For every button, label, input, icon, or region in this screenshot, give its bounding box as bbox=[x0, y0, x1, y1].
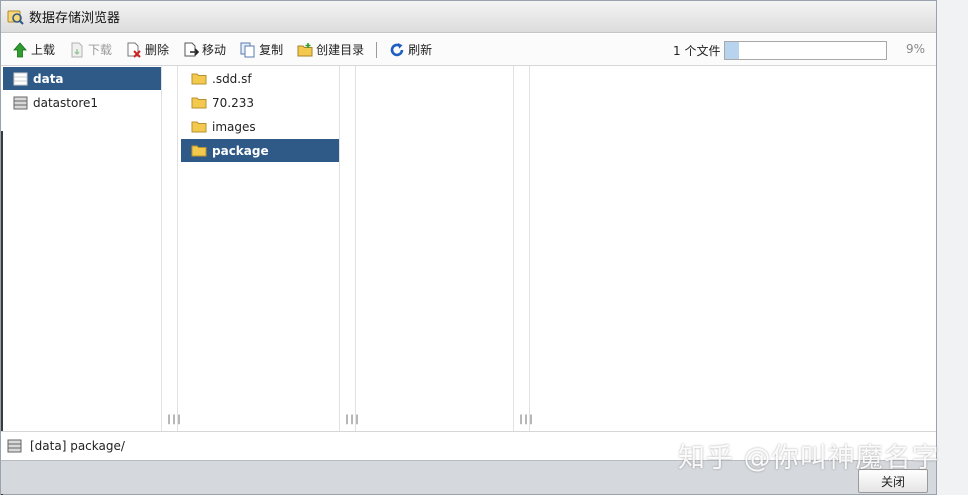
file-list-column bbox=[356, 66, 514, 431]
delete-button[interactable]: 删除 bbox=[126, 41, 169, 58]
folder-icon bbox=[191, 121, 207, 133]
folder-icon bbox=[191, 97, 207, 109]
datastore-icon bbox=[7, 439, 22, 453]
splitter-2[interactable]: ||| bbox=[340, 66, 360, 431]
datastore-item-label: datastore1 bbox=[33, 95, 99, 110]
folder-item-label: package bbox=[212, 143, 269, 158]
copy-button[interactable]: 复制 bbox=[240, 41, 283, 58]
copy-file-icon bbox=[240, 42, 256, 58]
download-file-icon bbox=[69, 42, 85, 58]
datastore-list: data datastore1 bbox=[1, 66, 162, 431]
title-bar: 数据存储浏览器 bbox=[1, 1, 936, 33]
watermark-text: 知乎 @你叫神魔名字 bbox=[678, 443, 940, 474]
refresh-label: 刷新 bbox=[408, 43, 433, 57]
folder-item-label: images bbox=[212, 119, 256, 134]
datastore-browser-icon bbox=[7, 8, 24, 25]
copy-label: 复制 bbox=[259, 43, 284, 57]
splitter-3[interactable]: ||| bbox=[514, 66, 534, 431]
download-button[interactable]: 下载 bbox=[69, 41, 112, 58]
datastore-icon bbox=[13, 72, 28, 85]
folder-list: .sdd.sf 70.233 images package bbox=[178, 66, 340, 431]
file-count: 1 个文件 bbox=[673, 44, 721, 58]
datastore-item-label: data bbox=[33, 71, 64, 86]
folder-open-icon bbox=[191, 145, 207, 157]
folder-item-label: .sdd.sf bbox=[212, 71, 252, 86]
create-directory-label: 创建目录 bbox=[316, 43, 365, 57]
datastore-icon bbox=[13, 96, 28, 109]
folder-icon bbox=[191, 73, 207, 85]
refresh-button[interactable]: 刷新 bbox=[389, 41, 432, 58]
window-title: 数据存储浏览器 bbox=[29, 11, 121, 26]
upload-progress-bar bbox=[724, 41, 887, 60]
folder-item-70-233[interactable]: 70.233 bbox=[181, 91, 339, 114]
move-file-icon bbox=[183, 42, 200, 58]
upload-arrow-icon bbox=[12, 41, 28, 58]
progress-percent: 9% bbox=[906, 42, 926, 56]
datastore-item-data[interactable]: data bbox=[3, 67, 161, 90]
browser-panes: data datastore1 ||| .sdd.sf 70.233 image… bbox=[1, 66, 936, 495]
move-label: 移动 bbox=[202, 43, 227, 57]
splitter-1[interactable]: ||| bbox=[162, 66, 182, 431]
delete-label: 删除 bbox=[145, 43, 170, 57]
background-strip bbox=[937, 0, 968, 495]
upload-button[interactable]: 上载 bbox=[12, 41, 55, 58]
progress-fill bbox=[725, 42, 740, 59]
upload-label: 上载 bbox=[31, 43, 56, 57]
folder-item-images[interactable]: images bbox=[181, 115, 339, 138]
folder-item-sdd-sf[interactable]: .sdd.sf bbox=[181, 67, 339, 90]
datastore-item-datastore1[interactable]: datastore1 bbox=[3, 91, 161, 114]
refresh-icon bbox=[389, 42, 405, 58]
delete-file-icon bbox=[126, 42, 142, 58]
folder-item-package[interactable]: package bbox=[181, 139, 339, 162]
folder-item-label: 70.233 bbox=[212, 95, 254, 110]
datastore-browser-window: 数据存储浏览器 上载 下载 删除 移动 复制 创建目录 刷新 1 个文件 9% … bbox=[0, 0, 937, 495]
create-directory-button[interactable]: 创建目录 bbox=[297, 41, 364, 58]
move-button[interactable]: 移动 bbox=[183, 41, 226, 58]
file-details-pane bbox=[530, 66, 936, 431]
toolbar: 上载 下载 删除 移动 复制 创建目录 刷新 1 个文件 9% bbox=[1, 34, 936, 66]
current-path: [data] package/ bbox=[30, 439, 125, 453]
new-folder-icon bbox=[297, 42, 313, 58]
toolbar-separator bbox=[376, 41, 378, 58]
download-label: 下载 bbox=[88, 43, 113, 57]
